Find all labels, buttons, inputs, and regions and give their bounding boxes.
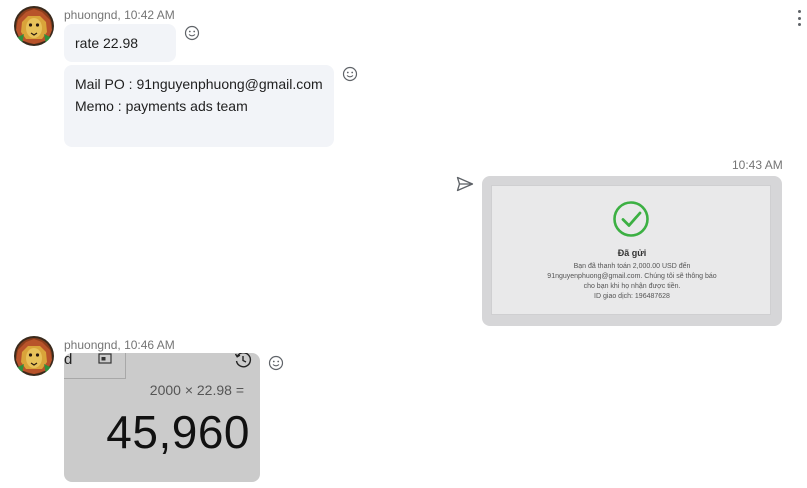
message-text: Memo : payments ads team <box>75 98 248 114</box>
message-meta: phuongnd, 10:46 AM <box>64 338 175 352</box>
message-time: 10:42 AM <box>124 8 175 22</box>
smiley-face-icon <box>268 355 284 371</box>
dot <box>797 23 801 26</box>
message-time: 10:46 AM <box>124 338 175 352</box>
message-text: Mail PO : 91nguyenphuong@gmail.com <box>75 76 323 92</box>
image-attachment[interactable]: Đã gửi Bạn đã thanh toán 2,000.00 USD đế… <box>482 176 782 326</box>
add-reaction-button[interactable] <box>268 355 284 371</box>
history-clock-icon <box>234 353 252 368</box>
payment-description-line: 91nguyenphuong@gmail.com. Chúng tôi sẽ t… <box>547 273 717 280</box>
check-circle-icon <box>613 201 649 237</box>
add-reaction-button[interactable] <box>184 25 200 41</box>
sender-name: phuongnd <box>64 338 118 352</box>
lion-avatar-icon <box>14 6 54 46</box>
payment-confirmation-card: Đã gửi Bạn đã thanh toán 2,000.00 USD đế… <box>491 185 771 315</box>
window-icon <box>98 353 112 364</box>
dot <box>797 10 801 13</box>
message-bubble[interactable]: rate 22.98 <box>64 24 176 62</box>
payment-description-line: cho bạn khi họ nhận được tiền. <box>583 283 681 290</box>
sender-name: phuongnd <box>64 8 118 22</box>
calculator-expression: 2000 × 22.98 = <box>149 382 244 398</box>
smiley-face-icon <box>342 66 358 82</box>
message-text: rate 22.98 <box>75 35 139 51</box>
add-reaction-button[interactable] <box>342 66 358 82</box>
paper-plane-icon <box>456 176 474 192</box>
payment-status-title: Đã gửi <box>617 248 647 258</box>
lion-avatar-icon <box>14 336 54 376</box>
calculator-result: 45,960 <box>106 406 250 458</box>
transaction-id: ID giao dịch: 196487628 <box>594 293 670 300</box>
message-meta: phuongnd, 10:42 AM <box>64 8 175 22</box>
smiley-face-icon <box>184 25 200 41</box>
sent-status-icon <box>456 176 474 192</box>
more-options-button[interactable] <box>796 10 802 26</box>
cropped-ui-fragment <box>64 353 126 379</box>
payment-description-line: Bạn đã thanh toán 2,000.00 USD đến <box>573 263 691 270</box>
sender-avatar[interactable] <box>14 336 54 376</box>
cropped-text: d <box>64 353 73 368</box>
image-attachment[interactable]: d 2000 × 22.98 = 45,960 <box>64 353 260 482</box>
dot <box>797 16 801 20</box>
payment-description: Bạn đã thanh toán 2,000.00 USD đến 91ngu… <box>522 262 742 302</box>
message-time: 10:43 AM <box>732 158 783 172</box>
message-bubble[interactable]: Mail PO : 91nguyenphuong@gmail.com Memo … <box>64 65 334 147</box>
sender-avatar[interactable] <box>14 6 54 46</box>
